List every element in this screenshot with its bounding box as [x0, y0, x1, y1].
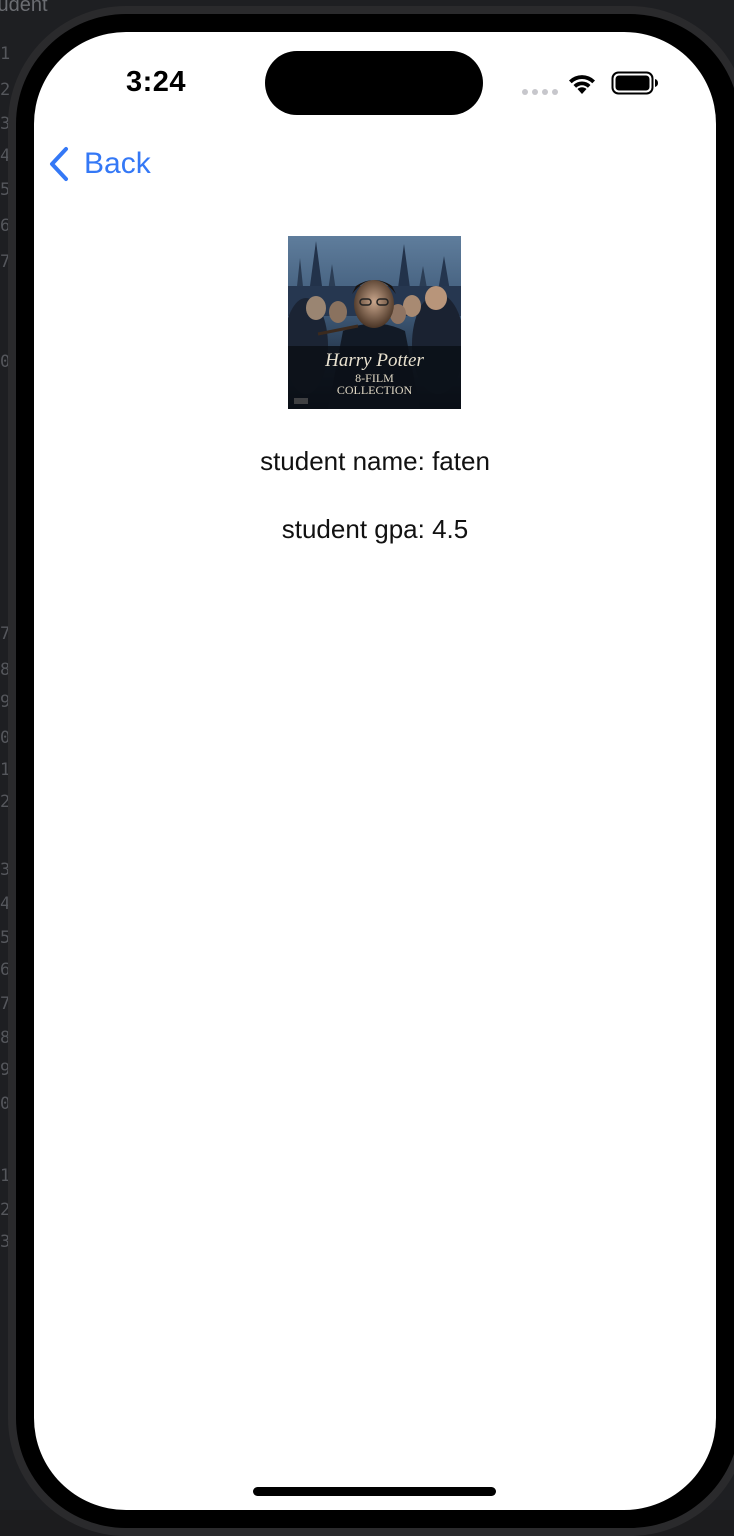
- wifi-icon: [569, 75, 595, 94]
- editor-tab-fragment: tudent: [0, 0, 48, 16]
- back-button[interactable]: Back: [48, 142, 151, 186]
- editor-line-number: 1: [0, 44, 11, 64]
- poster-artwork: Harry Potter 8-FILM COLLECTION: [288, 236, 461, 409]
- student-name-label: student name: faten: [260, 446, 490, 476]
- student-gpa-label: student gpa: 4.5: [281, 514, 469, 544]
- battery-icon: [611, 71, 658, 95]
- poster-subtitle-text-2: COLLECTION: [337, 383, 413, 397]
- phone-screen: 3:24 Back Harry Potter 8-FILM COLLECTION…: [34, 32, 716, 1510]
- signal-icon: [522, 89, 558, 95]
- editor-line-number: 2: [0, 80, 11, 100]
- home-indicator[interactable]: [253, 1487, 496, 1496]
- movie-poster-image: Harry Potter 8-FILM COLLECTION: [288, 236, 461, 409]
- back-label: Back: [84, 147, 151, 180]
- chevron-left-icon: [50, 147, 68, 181]
- status-time: 3:24: [126, 66, 187, 98]
- dynamic-island: [265, 51, 483, 115]
- poster-title-text: Harry Potter: [324, 350, 424, 371]
